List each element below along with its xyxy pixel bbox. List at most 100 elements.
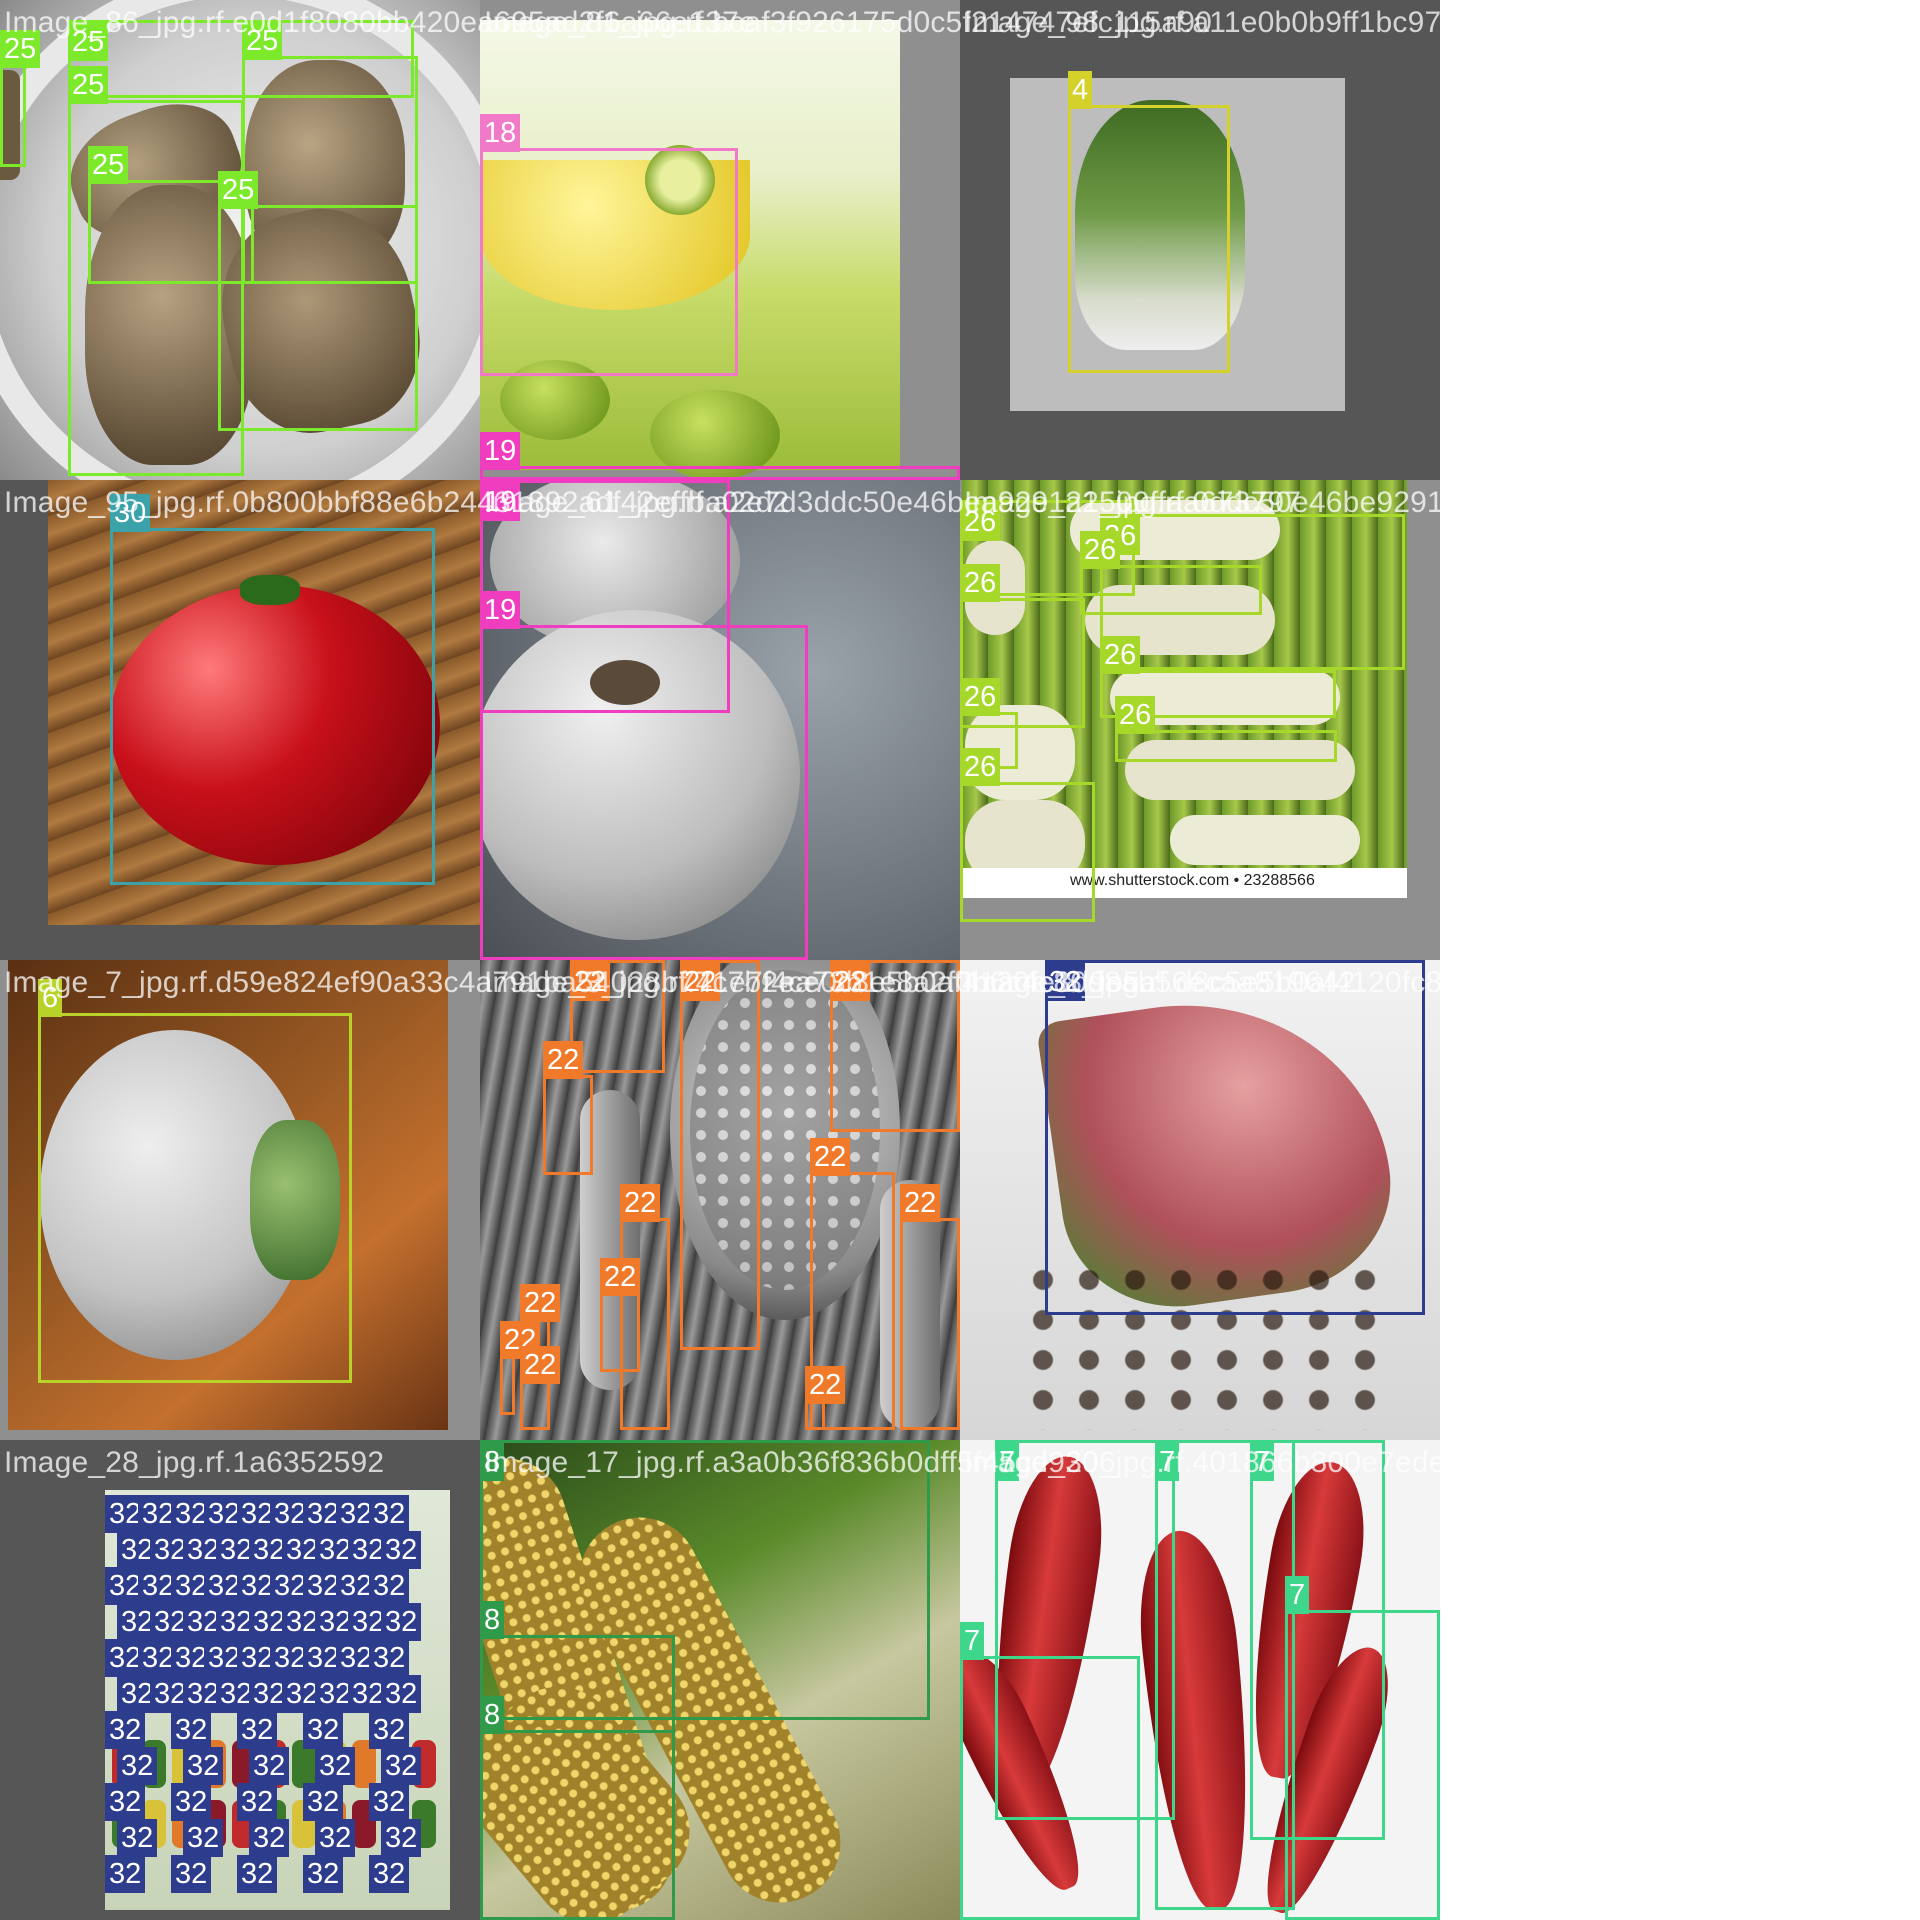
bbox-label: 25	[68, 23, 109, 61]
bbox-class-6: 6	[38, 979, 352, 1383]
radish-5	[1170, 815, 1360, 865]
tile-red-peppers: Image_20_jpg.rf.401866b800e7edef6dfa6ce6…	[960, 1440, 1579, 1920]
bbox-label: 26	[1080, 531, 1121, 569]
bbox-label: 22	[620, 1184, 661, 1222]
bbox-label: 26	[960, 748, 1001, 786]
bbox-class-32: 32	[1045, 960, 1425, 1315]
tile-napa-cabbage: Image_98_jpg.rf.a11e0b0b9ff1bc975 4	[960, 0, 1458, 480]
bbox-class-22: 22	[600, 1258, 641, 1372]
bbox-label: 22	[805, 1366, 846, 1404]
tile-cauliflower: Image_7_jpg.rf.d59e824ef90a33c4a791ba540…	[0, 960, 1355, 1440]
bbox-label: 32	[105, 1855, 146, 1893]
bbox-label: 32	[381, 1747, 422, 1785]
bbox-label: 7	[960, 1622, 985, 1660]
bbox-label: 25	[68, 66, 109, 104]
bbox-label: 22	[570, 963, 611, 1001]
bbox-class-25: 25	[218, 171, 418, 431]
bbox-label: 22	[520, 1346, 561, 1384]
bbox-label: 6	[38, 979, 63, 1017]
bbox-label: 32	[303, 1711, 344, 1749]
bbox-label: 32	[369, 1855, 410, 1893]
bbox-label: 22	[520, 1284, 561, 1322]
bbox-class-26: 26	[1115, 696, 1337, 762]
bbox-label: 19	[480, 591, 521, 629]
tile-corn: Image_17_jpg.rf.a3a0b36f836b0dff5f45cd93…	[480, 1440, 1116, 1920]
bbox-label: 26	[1100, 636, 1141, 674]
bbox-class-22: 22	[830, 960, 960, 1132]
bbox-label: 32	[237, 1855, 278, 1893]
bbox-class-7: 7	[960, 1622, 1140, 1920]
bbox-label: 30	[110, 494, 151, 532]
tile-tomato: Image_95_jpg.rf.0b800bbf88e6b24431892adf…	[0, 480, 789, 960]
bbox-label: 25	[88, 146, 129, 184]
bbox-class-22: 22	[570, 960, 665, 1073]
bbox-class-22: 22	[680, 960, 760, 1350]
bbox-label: 8	[480, 1443, 505, 1481]
bbox-label: 32	[1045, 963, 1086, 1001]
bbox-class-4: 4	[1068, 71, 1230, 373]
bbox-class-26: 26	[960, 748, 1095, 922]
bbox-label: 32	[369, 1783, 410, 1821]
bbox-label: 32	[117, 1819, 158, 1857]
bbox-label: 22	[830, 963, 871, 1001]
bbox-label: 8	[480, 1696, 505, 1734]
bbox-class-25: 25	[0, 30, 41, 167]
bbox-label: 32	[369, 1567, 410, 1605]
bbox-class-8: 8	[480, 1696, 675, 1920]
bbox-label: 7	[995, 1443, 1020, 1481]
mosaic-grid: Image_86_jpg.rf.e0d1f8080bb420ea695ad2f6…	[0, 0, 1728, 1920]
bbox-label: 32	[381, 1819, 422, 1857]
bbox-label: 22	[900, 1184, 941, 1222]
tile-onions: Image_61_jpg.rf.a2e7d3ddc50e46bea9291a25…	[480, 480, 1301, 960]
bbox-label: 25	[0, 30, 41, 68]
bbox-label: 32	[369, 1639, 410, 1677]
tile-potatoes: Image_86_jpg.rf.e0d1f8080bb420ea695ad2f6…	[0, 0, 756, 480]
bbox-class-22: 22	[900, 1184, 960, 1430]
bbox-label: 32	[249, 1819, 290, 1857]
bbox-label: 32	[369, 1711, 410, 1749]
bbox-label: 26	[1115, 696, 1156, 734]
bbox-label: 32	[105, 1783, 146, 1821]
bbox-label: 32	[171, 1711, 212, 1749]
bbox-class-30: 30	[110, 494, 435, 885]
bbox-label: 26	[960, 564, 1001, 602]
tile-soybeans: Image_3_jpg.rf.4c7b2ea73b1e8a2f0b6c4e1d9…	[480, 960, 1156, 1440]
bbox-label: 32	[237, 1783, 278, 1821]
bbox-label: 32	[381, 1603, 422, 1641]
bbox-label: 32	[105, 1711, 146, 1749]
bbox-label: 22	[810, 1138, 851, 1176]
bbox-label: 32	[303, 1855, 344, 1893]
bbox-label: 22	[543, 1041, 584, 1079]
bbox-label: 32	[237, 1711, 278, 1749]
bbox-label: 32	[381, 1675, 422, 1713]
bbox-label: 18	[480, 114, 521, 152]
bbox-label: 25	[242, 22, 283, 60]
tile-watermelon: Image_8_jpg.rf.d8c5e5b0af4120fc80d8ab56e…	[960, 960, 1728, 1440]
bbox-label: 32	[381, 1531, 422, 1569]
tile-watermelon-collage: Image_28_jpg.rf.1a6352592 32 32 32 32 32 32 32 3…	[0, 1440, 480, 1920]
bbox-label: 32	[303, 1783, 344, 1821]
bbox-label: 26	[960, 503, 1001, 541]
bbox-class-7: 7	[1285, 1576, 1440, 1920]
bbox-label: 32	[249, 1747, 290, 1785]
bbox-label: 32	[171, 1855, 212, 1893]
bbox-label: 22	[600, 1258, 641, 1296]
bbox-class-22: 22	[805, 1366, 846, 1430]
bbox-class-19: 19	[480, 591, 808, 960]
bbox-label: 4	[1068, 71, 1093, 109]
bbox-label: 32	[369, 1495, 410, 1533]
bbox-label: 32	[171, 1783, 212, 1821]
bbox-class-26: 26	[1080, 531, 1262, 615]
bbox-class-18: 18	[480, 114, 738, 376]
bbox-label: 7	[1250, 1443, 1275, 1481]
bbox-label: 25	[218, 171, 259, 209]
bbox-label: 22	[680, 963, 721, 1001]
shutterstock-watermark: www.shutterstock.com • 23288566	[1070, 872, 1315, 889]
bbox-label: 26	[960, 678, 1001, 716]
bbox-label: 8	[480, 1601, 505, 1639]
bbox-class-19: 19	[480, 432, 960, 480]
bbox-label: 7	[1155, 1443, 1180, 1481]
bbox-label: 7	[1285, 1576, 1310, 1614]
bbox-class-22: 22	[520, 1346, 561, 1430]
bbox-label: 32	[315, 1819, 356, 1857]
